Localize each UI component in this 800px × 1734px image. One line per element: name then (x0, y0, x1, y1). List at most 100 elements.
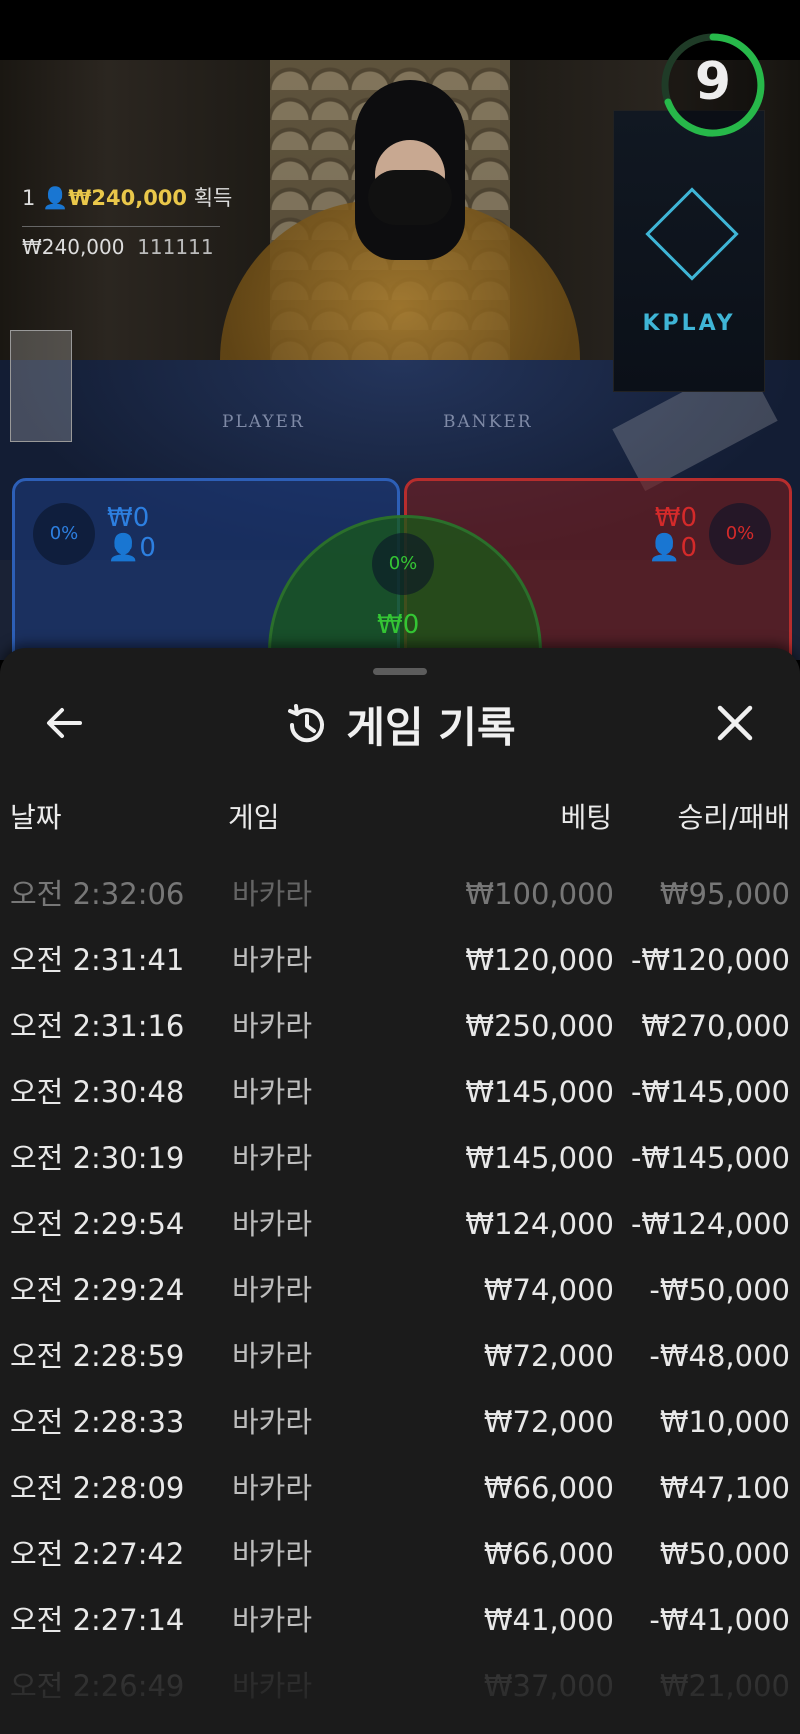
history-result: -₩41,000 (649, 1603, 790, 1637)
drag-handle[interactable] (373, 668, 427, 675)
history-row[interactable]: 오전 2:26:49 바카라 ₩37,000 ₩21,000 (0, 1658, 800, 1724)
history-bet: ₩41,000 (483, 1603, 614, 1637)
history-row[interactable]: 오전 2:29:54 바카라 ₩124,000 -₩124,000 (0, 1196, 800, 1262)
history-bet: ₩120,000 (465, 943, 614, 977)
player-amount: ₩0 (107, 503, 150, 533)
sheet-title: 게임 기록 (346, 703, 516, 752)
history-bet: ₩72,000 (483, 1339, 614, 1373)
history-row[interactable]: 오전 2:31:16 바카라 ₩250,000 ₩270,000 (0, 998, 800, 1064)
column-header-result: 승리/패배 (677, 801, 790, 834)
history-result: ₩50,000 (659, 1537, 790, 1571)
history-result: -₩124,000 (630, 1207, 790, 1241)
history-game: 바카라 (232, 943, 313, 977)
history-bet: ₩66,000 (483, 1471, 614, 1505)
history-game: 바카라 (232, 1273, 313, 1307)
history-date: 오전 2:29:24 (10, 1273, 185, 1307)
history-row[interactable]: 오전 2:27:14 바카라 ₩41,000 -₩41,000 (0, 1592, 800, 1658)
sheet-header: 게임 기록 (0, 694, 800, 752)
column-header-date: 날짜 (10, 801, 62, 834)
history-date: 오전 2:30:48 (10, 1075, 185, 1109)
history-result: ₩270,000 (641, 1009, 790, 1043)
history-game: 바카라 (232, 1207, 313, 1241)
history-date: 오전 2:27:42 (10, 1537, 185, 1571)
history-bet: ₩100,000 (465, 877, 614, 911)
brand-name: KPLAY (642, 311, 736, 336)
history-result: -₩120,000 (630, 943, 790, 977)
person-icon: 👤 (107, 533, 140, 563)
banker-percent: 0% (709, 503, 771, 565)
game-history-sheet: 게임 기록 날짜 게임 베팅 승리/패배 오전 2:32:06 바카라 ₩100,0… (0, 648, 800, 1734)
history-date: 오전 2:28:59 (10, 1339, 185, 1373)
history-result: -₩145,000 (630, 1141, 790, 1175)
column-header-game: 게임 (228, 801, 280, 834)
banker-count: 👤0 (648, 533, 697, 563)
history-bet: ₩250,000 (465, 1009, 614, 1043)
history-game: 바카라 (232, 1603, 313, 1637)
history-date: 오전 2:31:16 (10, 1009, 185, 1043)
history-row[interactable]: 오전 2:32:06 바카라 ₩100,000 ₩95,000 (0, 866, 800, 932)
winner-count: 1 (22, 186, 36, 210)
history-date: 오전 2:26:49 (10, 1669, 185, 1703)
history-game: 바카라 (232, 1009, 313, 1043)
history-bet: ₩66,000 (483, 1537, 614, 1571)
player-winning-amount: ₩240,000 (22, 235, 125, 259)
history-bet: ₩124,000 (465, 1207, 614, 1241)
dealer-mask (368, 170, 452, 225)
history-row[interactable]: 오전 2:29:24 바카라 ₩74,000 -₩50,000 (0, 1262, 800, 1328)
history-bet: ₩145,000 (465, 1141, 614, 1175)
history-game: 바카라 (232, 877, 313, 911)
history-row[interactable]: 오전 2:28:09 바카라 ₩66,000 ₩47,100 (0, 1460, 800, 1526)
history-result: -₩50,000 (649, 1273, 790, 1307)
tie-amount: ₩0 (377, 610, 420, 640)
history-game: 바카라 (232, 1471, 313, 1505)
history-list[interactable]: 오전 2:32:06 바카라 ₩100,000 ₩95,000 오전 2:31:41 바카… (0, 866, 800, 1724)
history-game: 바카라 (232, 1537, 313, 1571)
history-result: ₩47,100 (659, 1471, 790, 1505)
table-label-player: PLAYER (222, 412, 305, 432)
kplay-logo-icon (645, 187, 739, 281)
countdown-number: 9 (694, 52, 732, 112)
history-bet: ₩74,000 (483, 1273, 614, 1307)
card-shoe-left (10, 330, 72, 442)
history-date: 오전 2:27:14 (10, 1603, 185, 1637)
winner-info: 1 👤₩240,000 획득 (22, 182, 232, 212)
history-bet: ₩37,000 (483, 1669, 614, 1703)
history-row[interactable]: 오전 2:30:48 바카라 ₩145,000 -₩145,000 (0, 1064, 800, 1130)
history-icon (288, 703, 325, 742)
history-result: ₩95,000 (659, 877, 790, 911)
history-game: 바카라 (232, 1141, 313, 1175)
close-icon[interactable] (710, 698, 760, 748)
history-game: 바카라 (232, 1075, 313, 1109)
history-result: -₩145,000 (630, 1075, 790, 1109)
banker-amount: ₩0 (654, 503, 697, 533)
person-icon: 👤 (42, 186, 69, 210)
player-percent: 0% (33, 503, 95, 565)
winner-amount: ₩240,000 (68, 186, 188, 210)
player-count: 👤0 (107, 533, 156, 563)
tie-percent: 0% (372, 533, 434, 595)
history-result: ₩10,000 (659, 1405, 790, 1439)
history-row[interactable]: 오전 2:31:41 바카라 ₩120,000 -₩120,000 (0, 932, 800, 998)
history-date: 오전 2:28:09 (10, 1471, 185, 1505)
history-result: ₩21,000 (659, 1669, 790, 1703)
history-date: 오전 2:32:06 (10, 877, 185, 911)
history-row[interactable]: 오전 2:30:19 바카라 ₩145,000 -₩145,000 (0, 1130, 800, 1196)
history-game: 바카라 (232, 1669, 313, 1703)
history-row[interactable]: 오전 2:27:42 바카라 ₩66,000 ₩50,000 (0, 1526, 800, 1592)
player-winning: ₩240,000 111111 (22, 226, 220, 259)
column-header-bet: 베팅 (560, 801, 612, 834)
history-row[interactable]: 오전 2:28:59 바카라 ₩72,000 -₩48,000 (0, 1328, 800, 1394)
kplay-sign: KPLAY (613, 110, 765, 392)
person-icon: 👤 (648, 533, 681, 563)
history-row[interactable]: 오전 2:28:33 바카라 ₩72,000 ₩10,000 (0, 1394, 800, 1460)
history-game: 바카라 (232, 1405, 313, 1439)
history-bet: ₩72,000 (483, 1405, 614, 1439)
history-bet: ₩145,000 (465, 1075, 614, 1109)
history-date: 오전 2:29:54 (10, 1207, 185, 1241)
history-result: -₩48,000 (649, 1339, 790, 1373)
winner-suffix: 획득 (193, 186, 233, 210)
player-id: 111111 (137, 235, 214, 259)
history-date: 오전 2:31:41 (10, 943, 185, 977)
table-label-banker: BANKER (443, 412, 533, 432)
history-date: 오전 2:28:33 (10, 1405, 185, 1439)
